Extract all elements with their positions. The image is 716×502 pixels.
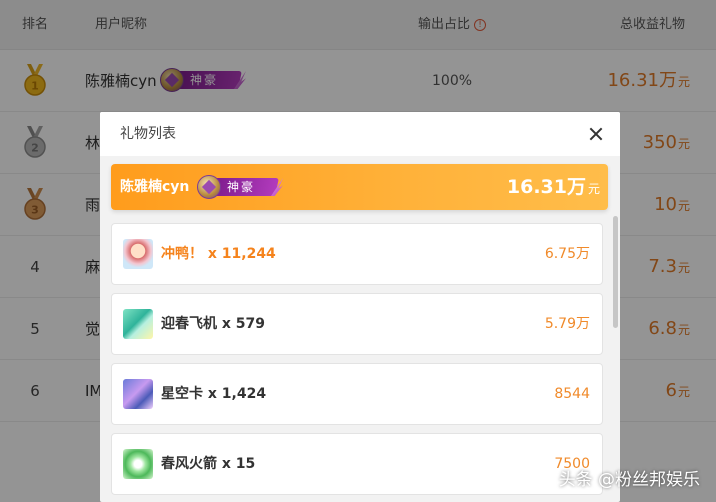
gift-list-item[interactable]: 迎春飞机 x 579 5.79万 — [111, 293, 603, 355]
scrollbar[interactable] — [613, 216, 618, 496]
banner-unit: 元 — [587, 182, 600, 196]
badge-emblem-icon — [197, 175, 221, 199]
dialog-header: 礼物列表 — [100, 112, 620, 156]
gift-name: 迎春飞机 x 579 — [161, 316, 266, 332]
banner-user-name: 陈雅楠cyn — [120, 179, 190, 195]
gift-name: 冲鸭！ x 11,244 — [161, 246, 276, 262]
banner-total: 16.31万元 — [507, 164, 600, 212]
gift-list-item[interactable]: 星空卡 x 1,424 8544 — [111, 363, 603, 425]
gift-name: 春风火箭 x 15 — [161, 456, 256, 472]
banner-amount: 16.31万 — [506, 176, 586, 198]
star-card-gift-icon — [123, 379, 153, 409]
plane-gift-icon — [123, 309, 153, 339]
gift-value: 8544 — [554, 386, 590, 402]
watermark: 头条 @粉丝邦娱乐 — [558, 470, 700, 490]
close-icon[interactable] — [586, 124, 606, 144]
duck-gift-icon — [123, 239, 153, 269]
gift-value: 5.79万 — [544, 316, 590, 332]
tycoon-badge: 神豪 — [197, 175, 283, 199]
gift-name: 星空卡 x 1,424 — [161, 386, 267, 402]
rocket-gift-icon — [123, 449, 153, 479]
dialog-title: 礼物列表 — [120, 126, 176, 142]
gift-list-item[interactable]: 冲鸭！ x 11,244 6.75万 — [111, 223, 603, 285]
gift-list-dialog: 礼物列表 陈雅楠cyn 神豪 16.31万元 冲鸭！ x 11,244 6.75… — [100, 112, 620, 502]
badge-label: 神豪 — [227, 180, 256, 194]
scrollbar-thumb[interactable] — [613, 216, 618, 328]
user-total-banner: 陈雅楠cyn 神豪 16.31万元 — [111, 164, 608, 210]
gift-value: 6.75万 — [544, 246, 590, 262]
gift-list-item[interactable]: 春风火箭 x 15 7500 — [111, 433, 603, 495]
